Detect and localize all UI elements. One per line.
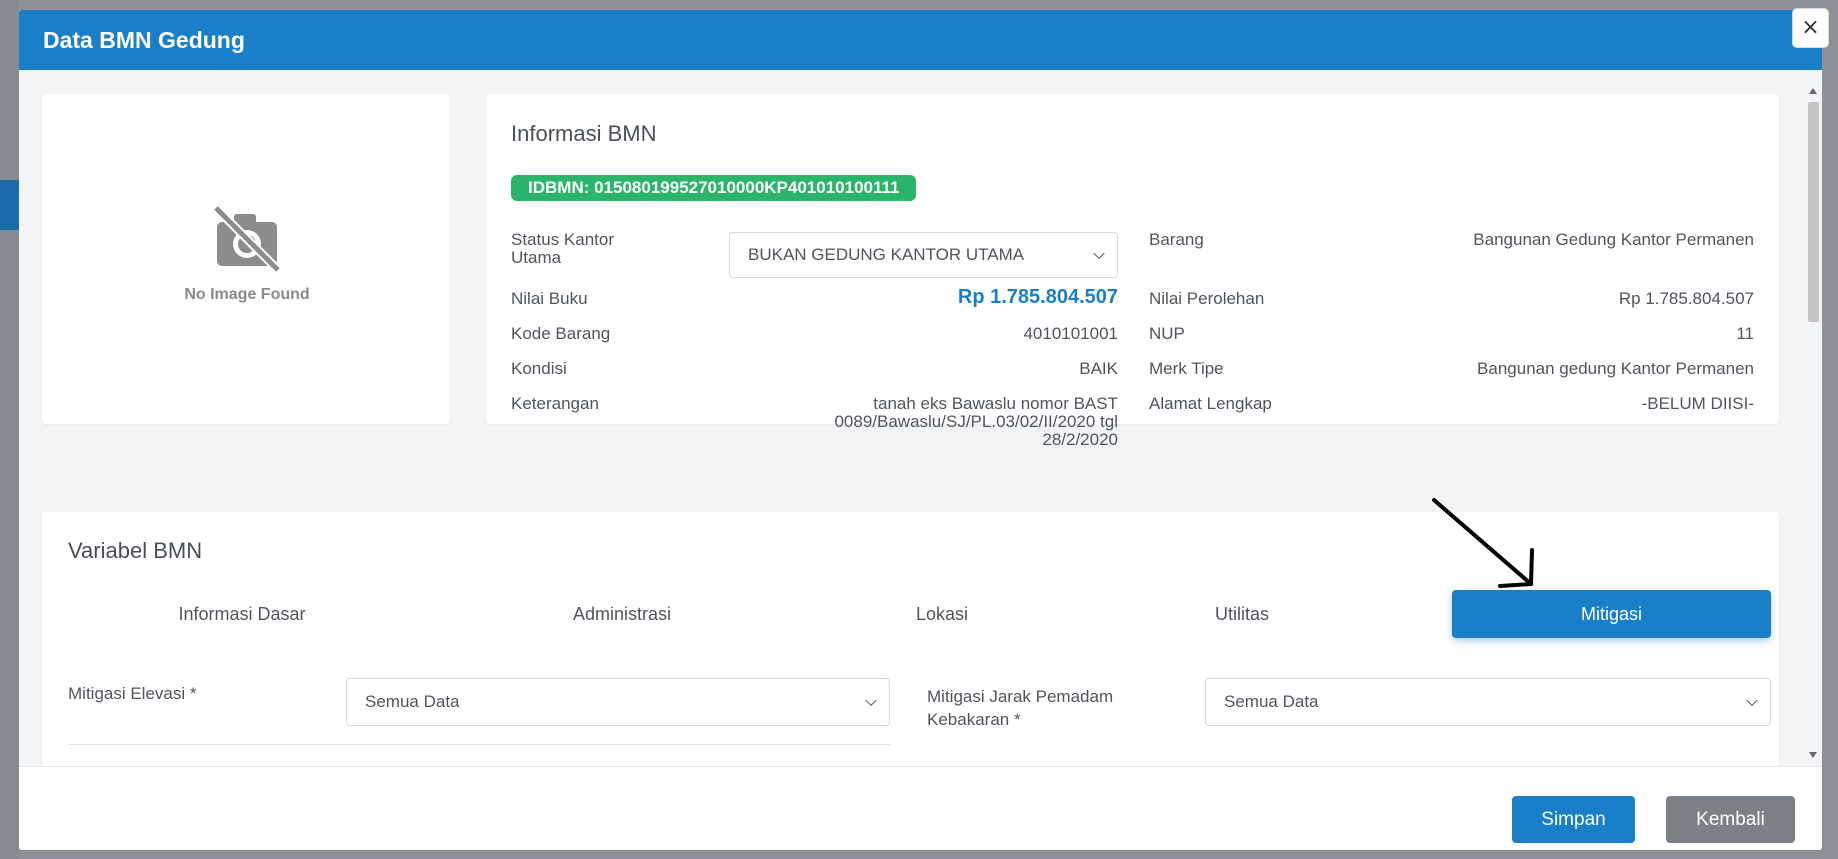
mitigasi-elevasi-label: Mitigasi Elevasi * (68, 684, 197, 703)
no-image-icon (212, 204, 282, 274)
variabel-bmn-card: Variabel BMN Informasi Dasar Administras… (42, 512, 1779, 766)
kembali-button[interactable]: Kembali (1666, 796, 1795, 843)
tab-lokasi[interactable]: Lokasi (872, 590, 1012, 638)
modal-body[interactable]: No Image Found Informasi BMN IDBMN: 0150… (19, 70, 1806, 766)
kode-barang-value: 4010101001 (1023, 324, 1118, 343)
tab-mitigasi[interactable]: Mitigasi (1452, 590, 1771, 638)
background-sidebar (0, 0, 19, 859)
tab-utilitas[interactable]: Utilitas (1172, 590, 1312, 638)
nup-label: NUP (1149, 324, 1185, 343)
modal-title: Data BMN Gedung (43, 27, 245, 53)
idbmn-badge: IDBMN: 015080199527010000KP401010100111 (511, 175, 917, 201)
chevron-down-icon (1746, 694, 1758, 707)
nilai-buku-label: Nilai Buku (511, 289, 588, 308)
mitigasi-elevasi-value: Semua Data (365, 692, 460, 711)
nup-value: 11 (1736, 324, 1754, 343)
mitigasi-elevasi-select[interactable]: Semua Data (346, 678, 890, 726)
status-kantor-select[interactable]: BUKAN GEDUNG KANTOR UTAMA (729, 232, 1118, 278)
nilai-buku-value: Rp 1.785.804.507 (957, 286, 1118, 308)
no-image-text: No Image Found (184, 286, 310, 303)
chevron-down-icon (1093, 247, 1105, 260)
tab-administrasi[interactable]: Administrasi (522, 590, 722, 638)
modal-scrollbar[interactable] (1805, 80, 1822, 766)
scrollbar-thumb[interactable] (1808, 102, 1819, 322)
alamat-lengkap-value: -BELUM DIISI- (1641, 394, 1754, 413)
barang-value: Bangunan Gedung Kantor Permanen (1473, 230, 1754, 249)
nilai-perolehan-label: Nilai Perolehan (1149, 289, 1265, 308)
informasi-bmn-title: Informasi BMN (511, 121, 657, 146)
simpan-button[interactable]: Simpan (1512, 796, 1635, 843)
image-card: No Image Found (42, 94, 450, 424)
mitigasi-jarak-label: Mitigasi Jarak Pemadam Kebakaran * (927, 687, 1114, 729)
scroll-down-icon[interactable] (1809, 752, 1817, 758)
kondisi-label: Kondisi (511, 359, 567, 378)
nilai-perolehan-value: Rp 1.785.804.507 (1618, 289, 1754, 308)
status-kantor-value: BUKAN GEDUNG KANTOR UTAMA (748, 245, 1025, 264)
kode-barang-label: Kode Barang (511, 324, 611, 343)
field-divider (68, 744, 890, 745)
scroll-up-icon[interactable] (1809, 88, 1817, 94)
barang-label: Barang (1149, 230, 1204, 249)
informasi-bmn-card: Informasi BMN IDBMN: 015080199527010000K… (486, 94, 1779, 449)
merk-tipe-value: Bangunan gedung Kantor Permanen (1477, 359, 1754, 378)
background-sidebar-active (0, 180, 19, 230)
keterangan-value: tanah eks Bawaslu nomor BAST 0089/Bawasl… (834, 394, 1118, 449)
mitigasi-jarak-select[interactable]: Semua Data (1205, 678, 1771, 726)
variabel-bmn-title: Variabel BMN (68, 538, 203, 563)
mitigasi-jarak-value: Semua Data (1224, 692, 1319, 711)
modal-header: Data BMN Gedung (19, 10, 1822, 70)
tab-informasi-dasar[interactable]: Informasi Dasar (132, 590, 352, 638)
merk-tipe-label: Merk Tipe (1149, 359, 1224, 378)
close-icon[interactable]: × (1792, 8, 1829, 48)
keterangan-label: Keterangan (511, 394, 599, 413)
chevron-down-icon (865, 694, 877, 707)
alamat-lengkap-label: Alamat Lengkap (1149, 394, 1272, 413)
status-kantor-label: Status Kantor Utama (511, 230, 615, 267)
bmn-modal: Data BMN Gedung No Image Found Informasi… (19, 10, 1822, 850)
modal-footer: Simpan Kembali (19, 766, 1822, 850)
no-image-placeholder: No Image Found (177, 204, 317, 304)
kondisi-value: BAIK (1079, 359, 1118, 378)
